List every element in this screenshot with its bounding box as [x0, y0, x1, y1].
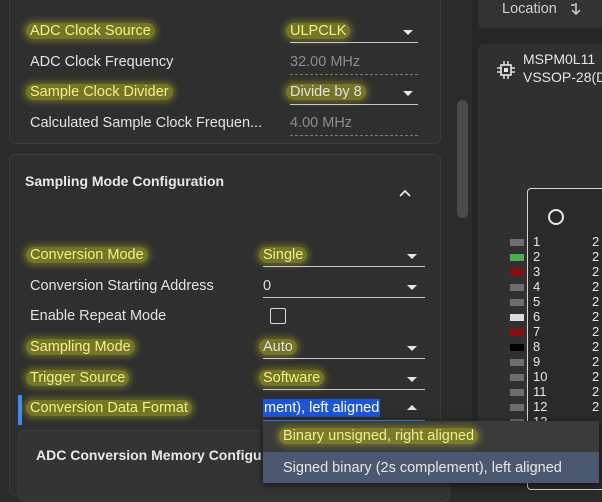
config-panel: ADC Clock Source ULPCLK ADC Clock Freque… [0, 0, 468, 502]
right-pin-number: 2 [592, 264, 600, 279]
pin-9-indicator[interactable] [510, 359, 524, 366]
pin-7-number: 7 [533, 324, 541, 339]
pin-1-indicator[interactable] [510, 239, 524, 246]
sampling-mode-value[interactable]: Auto [259, 338, 297, 356]
right-pin-number: 2 [592, 324, 600, 339]
right-pin-number: 2 [592, 384, 600, 399]
calculated-clock-label: Calculated Sample Clock Frequen... [30, 115, 263, 131]
trigger-source-underline [263, 389, 425, 390]
chevron-down-icon[interactable] [407, 377, 417, 382]
conversion-mode-label: Conversion Mode [26, 246, 148, 264]
device-view-panel: Location MSPM0L11 VSSOP-28(D 12223242526… [472, 0, 602, 490]
start-address-label: Conversion Starting Address [30, 278, 214, 294]
pin-11-number: 11 [533, 384, 547, 399]
pin-12-indicator[interactable] [510, 404, 524, 411]
right-pin-number: 2 [592, 249, 600, 264]
adc-clock-source-label: ADC Clock Source [26, 22, 155, 40]
pin-5-indicator[interactable] [510, 299, 524, 306]
section-title-memory: ADC Conversion Memory Configu [36, 447, 262, 463]
section-title-sampling: Sampling Mode Configuration [25, 173, 225, 189]
sample-clock-divider-label: Sample Clock Divider [26, 83, 173, 101]
chevron-up-icon[interactable] [398, 188, 412, 198]
pin-1-number: 1 [533, 234, 541, 249]
device-name: MSPM0L11 [523, 51, 596, 67]
conversion-mode-underline [263, 266, 425, 267]
start-address-value[interactable]: 0 [263, 277, 271, 295]
chip-icon [497, 61, 515, 79]
pin-2-number: 2 [533, 249, 541, 264]
pin-5-number: 5 [533, 294, 541, 309]
calculated-clock-underline [290, 135, 418, 136]
pin-8-number: 8 [533, 339, 541, 354]
sampling-mode-underline [263, 358, 425, 359]
right-pin-number: 2 [592, 294, 600, 309]
sample-clock-divider-underline [290, 104, 418, 105]
pin-4-indicator[interactable] [510, 284, 524, 291]
pin-3-indicator[interactable] [510, 269, 524, 276]
adc-clock-source-underline [290, 42, 418, 43]
pin-9-number: 9 [533, 354, 541, 369]
sample-clock-divider-value[interactable]: Divide by 8 [286, 83, 366, 101]
chevron-down-icon[interactable] [407, 346, 417, 351]
dropdown-option[interactable]: Binary unsigned, right aligned [263, 421, 599, 451]
pin-3-number: 3 [533, 264, 541, 279]
chevron-down-icon[interactable] [407, 285, 417, 290]
chevron-up-icon[interactable] [407, 405, 417, 410]
adc-clock-frequency-label: ADC Clock Frequency [30, 54, 174, 70]
trigger-source-label: Trigger Source [26, 369, 130, 387]
scrollbar-thumb[interactable] [457, 100, 468, 218]
data-format-dropdown: Binary unsigned, right aligned Signed bi… [263, 421, 599, 483]
repeat-mode-checkbox[interactable] [270, 308, 286, 324]
location-label[interactable]: Location [502, 0, 557, 18]
right-pin-number: 2 [592, 234, 600, 249]
right-pin-number: 2 [592, 369, 600, 384]
pin-7-indicator[interactable] [510, 329, 524, 336]
data-format-value[interactable]: ment), left aligned [263, 399, 381, 417]
adc-clock-source-value[interactable]: ULPCLK [286, 22, 351, 40]
chevron-down-icon[interactable] [403, 30, 413, 35]
dropdown-option-selected[interactable]: Signed binary (2s complement), left alig… [263, 452, 599, 483]
right-pin-number: 2 [592, 279, 600, 294]
data-format-label: Conversion Data Format [26, 399, 192, 417]
pin-10-number: 10 [533, 369, 548, 384]
pin-10-indicator[interactable] [510, 374, 524, 381]
start-address-underline [263, 297, 425, 298]
pin-2-indicator[interactable] [510, 254, 524, 261]
right-pin-number: 2 [592, 339, 600, 354]
chevron-down-icon[interactable] [403, 91, 413, 96]
trigger-source-value[interactable]: Software [259, 369, 325, 387]
active-field-indicator [18, 395, 22, 425]
pin-6-number: 6 [533, 309, 541, 324]
pin-11-indicator[interactable] [510, 389, 524, 396]
pin-4-number: 4 [533, 279, 541, 294]
pin-12-number: 12 [533, 399, 548, 414]
adc-clock-frequency-underline [290, 74, 418, 75]
chevron-down-icon[interactable] [407, 254, 417, 259]
calculated-clock-value: 4.00 MHz [290, 115, 353, 131]
right-pin-number: 2 [592, 399, 600, 414]
pin-8-indicator[interactable] [510, 344, 524, 351]
conversion-mode-value[interactable]: Single [259, 246, 308, 264]
right-pin-number: 2 [592, 309, 600, 324]
sort-icon[interactable] [570, 2, 582, 16]
pin1-marker [548, 209, 564, 225]
sampling-mode-label: Sampling Mode [26, 338, 135, 356]
pin-6-indicator[interactable] [510, 314, 524, 321]
repeat-mode-label: Enable Repeat Mode [30, 308, 167, 324]
right-pin-number: 2 [592, 354, 600, 369]
adc-clock-frequency-value: 32.00 MHz [290, 54, 361, 70]
device-package: VSSOP-28(D [523, 69, 602, 85]
